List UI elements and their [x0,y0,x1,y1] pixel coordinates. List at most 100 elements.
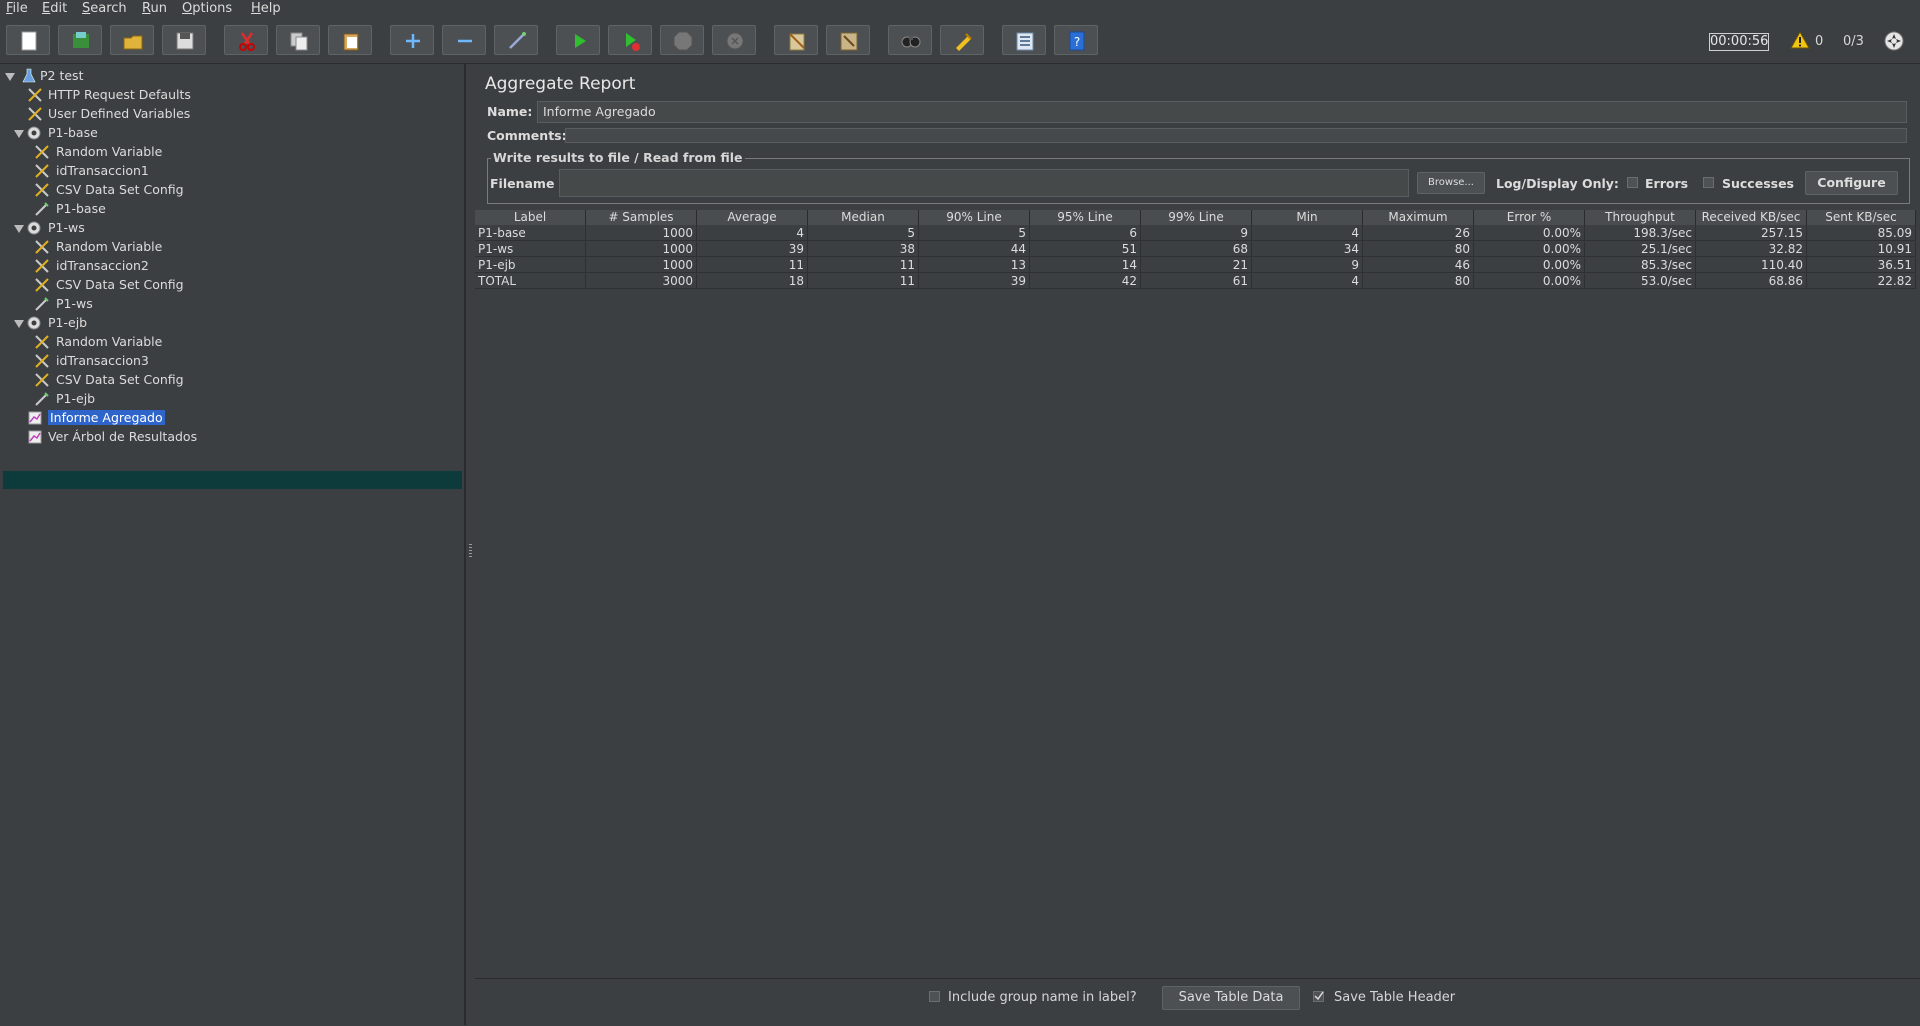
table-row[interactable]: P1-ejb 1000 11 11 13 14 21 9 46 0.00% 85.3/sec 110.… [475,257,1916,273]
tree-node[interactable]: Random Variable [0,143,460,161]
sampler-icon [34,201,50,220]
paste-button[interactable] [328,25,372,55]
tree-node[interactable]: P1-ws [0,295,460,313]
column-header[interactable]: Min [1252,210,1363,225]
clear-all-button[interactable] [826,25,870,55]
tree-node[interactable]: User Defined Variables [0,105,460,123]
start-no-pauses-icon [626,33,640,51]
tree-node[interactable]: Random Variable [0,238,460,256]
menu-item-options[interactable]: Options [182,1,232,16]
tree-node[interactable]: Ver Árbol de Resultados [0,428,460,446]
table-cell: 42 [1030,273,1141,289]
column-header[interactable]: Label [475,210,586,225]
column-header[interactable]: # Samples [586,210,697,225]
table-row[interactable]: P1-ws 1000 39 38 44 51 68 34 80 0.00% 25.1/sec 32.8… [475,241,1916,257]
column-header[interactable]: 99% Line [1141,210,1252,225]
tree-node-label: P1-ws [56,296,93,311]
stop-icon [673,31,693,51]
column-header[interactable]: 95% Line [1030,210,1141,225]
table-cell: P1-ejb [475,257,586,273]
column-header[interactable]: Median [808,210,919,225]
tree-expand-toggle-icon[interactable] [14,320,24,328]
save-table-data-button[interactable]: Save Table Data [1162,986,1300,1010]
save-button[interactable] [162,25,206,55]
tree-expand-toggle-icon[interactable] [5,73,15,81]
table-cell: 1000 [586,225,697,241]
menu-item-edit[interactable]: Edit [42,1,67,16]
toggle-button[interactable] [494,25,538,55]
open-icon [123,35,143,50]
column-header[interactable]: Sent KB/sec [1807,210,1916,225]
test-plan-tree: P2 test HTTP Request Defaults User Defined… [0,64,465,1025]
tree-node[interactable]: P1-base [0,124,460,142]
tree-node[interactable]: idTransaccion1 [0,162,460,180]
collapse-button[interactable] [442,25,486,55]
divider-grip-icon[interactable] [469,544,472,558]
menu-item-file[interactable]: File [6,1,28,16]
configure-button[interactable]: Configure [1805,171,1898,195]
tree-node[interactable]: idTransaccion3 [0,352,460,370]
tree-node[interactable]: CSV Data Set Config [0,276,460,294]
reset-search-button[interactable] [940,25,984,55]
successes-checkbox[interactable] [1703,177,1714,188]
function-helper-button[interactable] [1002,25,1046,55]
tree-node[interactable]: HTTP Request Defaults [0,86,460,104]
column-header[interactable]: Average [697,210,808,225]
table-cell: 3000 [586,273,697,289]
menu-item-run[interactable]: Run [142,1,167,16]
save-icon [176,32,194,50]
warning-icon[interactable] [1790,30,1810,52]
sampler-icon [34,296,50,315]
tree-node[interactable]: CSV Data Set Config [0,181,460,199]
menu-item-search[interactable]: Search [82,1,127,16]
save-table-header-label: Save Table Header [1334,990,1456,1005]
clear-button[interactable] [774,25,818,55]
include-group-checkbox[interactable] [929,991,940,1002]
column-header[interactable]: Error % [1474,210,1585,225]
lookandfeel-icon[interactable] [1883,30,1905,55]
name-field[interactable]: Informe Agregado [537,101,1907,123]
cut-button[interactable] [224,25,268,55]
column-header[interactable]: 90% Line [919,210,1030,225]
errors-checkbox[interactable] [1627,177,1638,188]
toolbar: ? [0,19,1920,64]
help-button[interactable]: ? [1054,25,1098,55]
comments-label: Comments: [487,128,567,143]
table-cell: 110.40 [1696,257,1807,273]
tree-expand-toggle-icon[interactable] [14,225,24,233]
table-cell: 68 [1141,241,1252,257]
copy-button[interactable] [276,25,320,55]
expand-button[interactable] [390,25,434,55]
filename-field[interactable] [559,169,1409,197]
tree-node[interactable]: CSV Data Set Config [0,371,460,389]
column-header[interactable]: Maximum [1363,210,1474,225]
save-table-header-checkbox[interactable] [1313,991,1324,1002]
new-button[interactable] [6,25,50,55]
search-button[interactable] [888,25,932,55]
start-button[interactable] [556,25,600,55]
tree-node[interactable]: P1-ejb [0,314,460,332]
column-header[interactable]: Throughput [1585,210,1696,225]
tree-node[interactable]: Random Variable [0,333,460,351]
table-row[interactable]: P1-base 1000 4 5 5 6 9 4 26 0.00% 198.3/sec 257.15 8… [475,225,1916,241]
tree-node[interactable]: P1-base [0,200,460,218]
comments-field[interactable] [565,128,1907,143]
aggregate-report-panel: Aggregate Report Name: Informe Agregado … [475,64,1920,1026]
tree-node[interactable]: P1-ws [0,219,460,237]
column-header[interactable]: Received KB/sec [1696,210,1807,225]
table-row[interactable]: TOTAL 3000 18 11 39 42 61 4 80 0.00% 53.0/sec 68.86… [475,273,1916,289]
menu-mnemonic: E [42,1,51,16]
browse-button[interactable]: Browse... [1417,172,1485,194]
stop-button[interactable] [660,25,704,55]
tree-expand-toggle-icon[interactable] [14,130,24,138]
tree-node[interactable]: idTransaccion2 [0,257,460,275]
templates-button[interactable] [58,25,102,55]
thread-group-icon [26,220,42,239]
open-button[interactable] [110,25,154,55]
menu-item-help[interactable]: Help [251,1,281,16]
tree-node[interactable]: P2 test [0,67,460,85]
start-no-pauses-button[interactable] [608,25,652,55]
tree-node[interactable]: Informe Agregado [0,409,460,427]
tree-node[interactable]: P1-ejb [0,390,460,408]
shutdown-button[interactable] [712,25,756,55]
